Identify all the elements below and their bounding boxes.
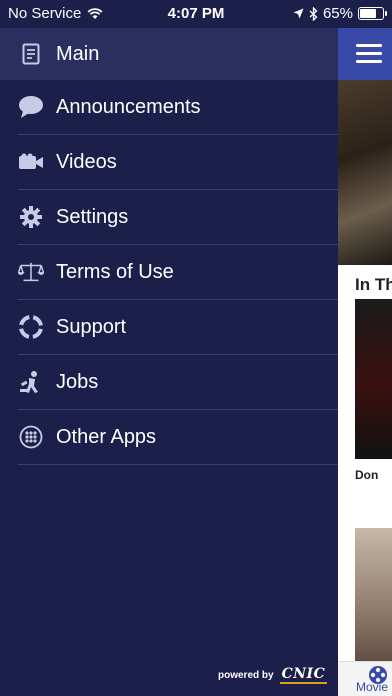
menu-item-settings[interactable]: Settings xyxy=(18,190,338,245)
menu-item-label: Support xyxy=(56,315,127,338)
tab-movies-label[interactable]: Movie xyxy=(356,680,388,694)
menu-item-support[interactable]: Support xyxy=(18,300,338,355)
content-header xyxy=(338,28,392,80)
speech-bubble-icon xyxy=(18,94,44,120)
menu-item-label: Videos xyxy=(56,150,117,173)
powered-by-footer: powered by CNIC xyxy=(218,666,328,684)
document-icon xyxy=(18,41,44,67)
battery-icon xyxy=(358,7,387,20)
status-right: 65% xyxy=(293,5,387,22)
navigation-drawer: Main Announcements Videos Settings Terms of … xyxy=(0,28,338,696)
hamburger-line xyxy=(356,60,382,63)
menu-item-label: Settings xyxy=(56,205,129,228)
menu-item-videos[interactable]: Videos xyxy=(18,135,338,190)
menu-item-terms-of-use[interactable]: Terms of Use xyxy=(18,245,338,300)
main-content-peek: In Th Don Movie xyxy=(338,28,392,696)
battery-percent: 65% xyxy=(322,5,353,22)
tab-bar: Movie xyxy=(338,661,392,696)
gear-icon xyxy=(18,204,44,230)
battery-level xyxy=(360,9,376,18)
hamburger-line xyxy=(356,52,382,55)
menu-item-main[interactable]: Main xyxy=(0,28,338,80)
movie-poster[interactable] xyxy=(355,299,392,459)
bluetooth-icon xyxy=(309,6,318,21)
apps-grid-icon xyxy=(18,424,44,450)
menu-item-jobs[interactable]: Jobs xyxy=(18,355,338,410)
menu-item-announcements[interactable]: Announcements xyxy=(18,80,338,135)
menu-item-label: Other Apps xyxy=(56,425,157,448)
menu-list: Main Announcements Videos Settings Terms of … xyxy=(0,28,338,465)
status-bar: No Service 4:07 PM 65% xyxy=(0,0,392,28)
menu-item-label: Main xyxy=(56,42,100,65)
video-camera-icon xyxy=(18,149,44,175)
worker-icon xyxy=(18,369,44,395)
cnic-logo: CNIC xyxy=(279,666,328,684)
menu-item-label: Announcements xyxy=(56,95,201,118)
menu-item-label: Jobs xyxy=(56,370,99,393)
section-title: In Th xyxy=(355,275,392,294)
scales-icon xyxy=(18,259,44,285)
menu-item-label: Terms of Use xyxy=(56,260,174,283)
movie-poster[interactable] xyxy=(355,528,392,668)
hamburger-menu-button[interactable] xyxy=(356,44,382,64)
location-arrow-icon xyxy=(293,8,304,19)
powered-by-label: powered by xyxy=(218,669,274,681)
movie-title: Don xyxy=(355,468,379,482)
menu-item-other-apps[interactable]: Other Apps xyxy=(18,410,338,465)
hamburger-line xyxy=(356,44,382,47)
lifebuoy-icon xyxy=(18,314,44,340)
hero-image[interactable] xyxy=(338,80,392,265)
